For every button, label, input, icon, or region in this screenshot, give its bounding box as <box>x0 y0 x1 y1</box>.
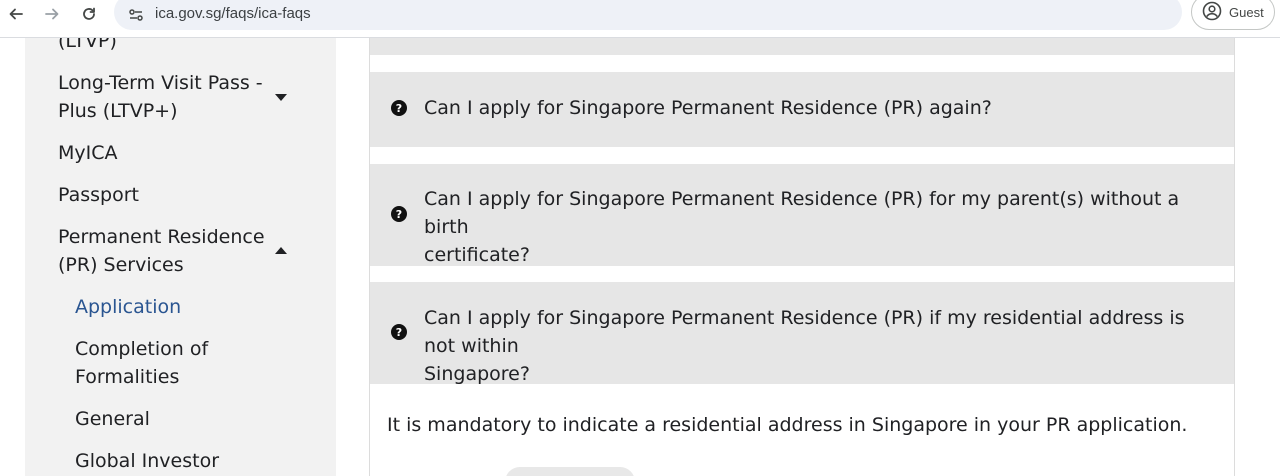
reload-icon[interactable] <box>75 2 103 26</box>
faq-item-expanded[interactable]: ? Can I apply for Singapore Permanent Re… <box>370 282 1234 385</box>
sidebar-item-label: Formalities <box>75 366 180 388</box>
chevron-down-icon[interactable] <box>275 94 287 101</box>
forward-arrow-icon[interactable] <box>38 2 66 26</box>
sidebar-subitem-application[interactable]: Application <box>75 293 181 321</box>
url-text[interactable]: ica.gov.sg/faqs/ica-faqs <box>155 5 311 22</box>
sidebar-item-label: Completion of <box>75 338 209 360</box>
browser-toolbar: ica.gov.sg/faqs/ica-faqs Guest <box>0 0 1280 38</box>
address-bar[interactable]: ica.gov.sg/faqs/ica-faqs <box>114 0 1182 30</box>
sidebar-item-pr-services[interactable]: Permanent Residence (PR) Services <box>58 223 265 279</box>
faq-question-line: Singapore? <box>424 363 530 385</box>
faq-question: Can I apply for Singapore Permanent Resi… <box>424 185 1214 269</box>
faq-category-sidebar: (LTVP) Long-Term Visit Pass - Plus (LTVP… <box>25 38 336 476</box>
faq-question: Can I apply for Singapore Permanent Resi… <box>424 94 1214 122</box>
faq-content: ? Can I apply for Singapore Permanent Re… <box>369 38 1235 476</box>
account-circle-icon <box>1202 1 1222 24</box>
faq-item[interactable]: ? Can I apply for Singapore Permanent Re… <box>370 164 1234 269</box>
faq-question-line: certificate? <box>424 244 530 266</box>
sidebar-item-label: Permanent Residence <box>58 226 265 248</box>
chevron-up-icon[interactable] <box>275 247 287 254</box>
sidebar-item-passport[interactable]: Passport <box>58 181 139 209</box>
sidebar-subitem-global-investor[interactable]: Global Investor <box>75 447 219 475</box>
sidebar-item-myica[interactable]: MyICA <box>58 139 118 167</box>
profile-label: Guest <box>1229 4 1264 20</box>
sidebar-item-ltvp-plus[interactable]: Long-Term Visit Pass - Plus (LTVP+) <box>58 69 263 125</box>
faq-item-previous[interactable] <box>370 38 1234 55</box>
sidebar-item-label: Long-Term Visit Pass - <box>58 72 263 94</box>
profile-button[interactable]: Guest <box>1191 0 1275 30</box>
question-icon: ? <box>391 206 407 222</box>
faq-question: Can I apply for Singapore Permanent Resi… <box>424 304 1214 388</box>
site-settings-icon[interactable] <box>126 5 146 25</box>
faq-item[interactable]: ? Can I apply for Singapore Permanent Re… <box>370 72 1234 147</box>
sidebar-subitem-general[interactable]: General <box>75 405 150 433</box>
sidebar-subitem-completion-of-formalities[interactable]: Completion of Formalities <box>75 335 208 391</box>
back-arrow-icon[interactable] <box>2 2 30 26</box>
faq-answer: It is mandatory to indicate a residentia… <box>387 414 1188 436</box>
answer-button[interactable] <box>505 467 635 476</box>
faq-question-line: Can I apply for Singapore Permanent Resi… <box>424 188 1180 238</box>
faq-question-line: Can I apply for Singapore Permanent Resi… <box>424 307 1185 357</box>
sidebar-item-ltvp-partial[interactable]: (LTVP) <box>58 38 117 55</box>
question-icon: ? <box>391 100 407 116</box>
sidebar-item-label: Plus (LTVP+) <box>58 100 178 122</box>
sidebar-item-label: (PR) Services <box>58 254 184 276</box>
faq-question-line: Can I apply for Singapore Permanent Resi… <box>424 97 992 119</box>
question-icon: ? <box>391 324 407 340</box>
